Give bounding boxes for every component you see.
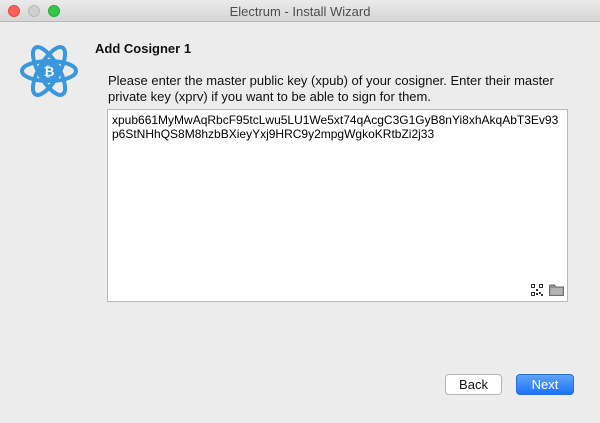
instruction-text: Please enter the master public key (xpub… [108, 73, 554, 104]
back-button[interactable]: Back [445, 374, 502, 395]
folder-icon[interactable] [549, 284, 564, 296]
electrum-logo-icon: ₿ [20, 45, 78, 97]
qr-code-icon[interactable] [531, 284, 543, 296]
install-wizard-window: Electrum - Install Wizard ₿ Add Cosigner… [0, 0, 600, 423]
title-bar: Electrum - Install Wizard [0, 0, 600, 22]
page-heading: Add Cosigner 1 [95, 41, 192, 56]
next-button[interactable]: Next [516, 374, 574, 395]
svg-text:₿: ₿ [44, 65, 55, 80]
window-title: Electrum - Install Wizard [229, 4, 371, 19]
master-key-value[interactable]: xpub661MyMwAqRbcF95tcLwu5LU1We5xt74qAcgC… [112, 113, 562, 141]
master-key-input[interactable]: xpub661MyMwAqRbcF95tcLwu5LU1We5xt74qAcgC… [107, 109, 568, 302]
